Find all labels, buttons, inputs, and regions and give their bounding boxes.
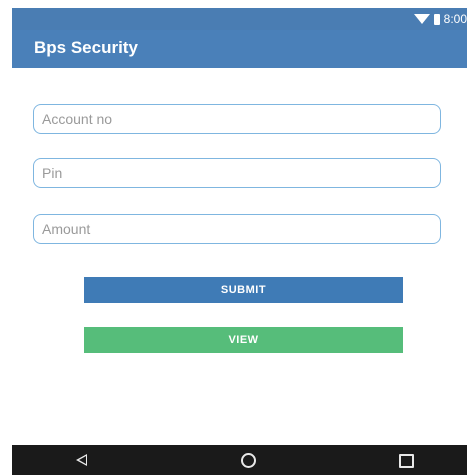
view-button[interactable]: VIEW (84, 327, 403, 353)
amount-input[interactable] (34, 215, 440, 243)
pin-input[interactable] (34, 159, 440, 187)
status-time: 8:00 (443, 12, 467, 26)
battery-icon (433, 13, 440, 25)
wifi-icon (413, 14, 430, 24)
status-indicators: 8:00 (413, 10, 467, 28)
app-screen: 8:00 Bps Security SUBMIT VIEW (0, 0, 467, 475)
recent-apps-icon[interactable] (399, 454, 414, 468)
back-icon[interactable] (76, 454, 87, 466)
amount-field[interactable] (33, 214, 441, 244)
pin-field[interactable] (33, 158, 441, 188)
navigation-bar (12, 445, 467, 475)
app-title: Bps Security (34, 38, 138, 57)
account-field[interactable] (33, 104, 441, 134)
submit-button[interactable]: SUBMIT (84, 277, 403, 303)
home-icon[interactable] (241, 453, 256, 468)
app-bar: Bps Security (12, 30, 467, 68)
account-input[interactable] (34, 105, 440, 133)
status-bar: 8:00 (12, 8, 467, 30)
